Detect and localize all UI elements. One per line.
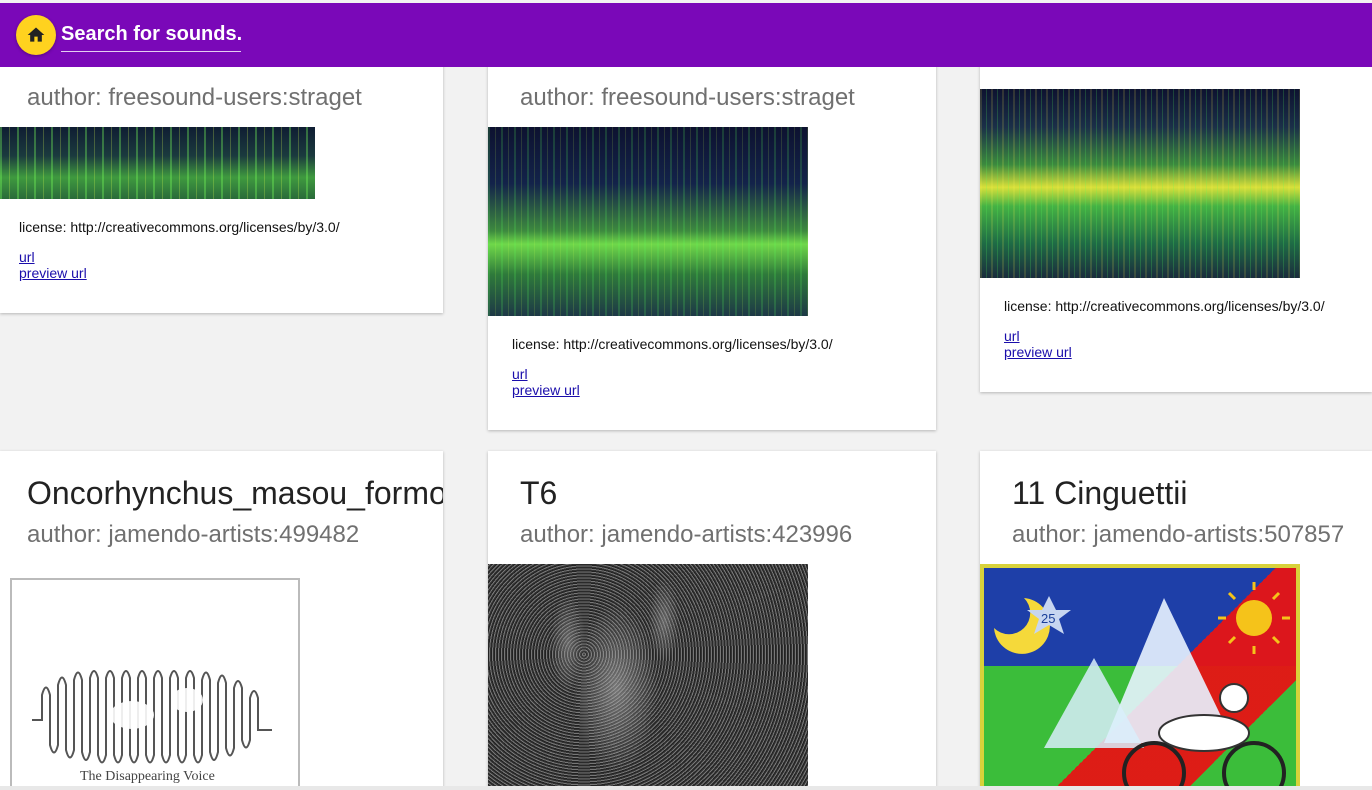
spectrogram-image — [980, 89, 1300, 278]
card-license: license: http://creativecommons.org/lice… — [1004, 298, 1325, 314]
card-author: author: freesound-users:straget — [520, 84, 855, 111]
waveform-art: The Disappearing Voice — [32, 670, 272, 784]
sound-card: 11 Cinguettii author: jamendo-artists:50… — [980, 451, 1372, 790]
url-link[interactable]: url — [512, 366, 580, 382]
album-cover-image: The Disappearing Voice — [10, 578, 300, 790]
sound-card: author: freesound-users:straget license:… — [0, 60, 443, 313]
spectrogram-image — [0, 127, 315, 199]
card-title: 11 Cinguettii — [1012, 475, 1188, 511]
card-author: author: freesound-users:straget — [27, 84, 362, 111]
home-icon — [27, 27, 45, 42]
app-header — [0, 3, 1372, 67]
sound-card: Oncorhynchus_masou_formosar author: jame… — [0, 451, 443, 790]
poster-number: 25 — [1041, 611, 1055, 626]
card-license: license: http://creativecommons.org/lice… — [19, 219, 340, 235]
preview-url-link[interactable]: preview url — [1004, 344, 1072, 360]
sound-card: author: freesound-users:straget license:… — [488, 60, 936, 430]
album-caption: The Disappearing Voice — [80, 769, 215, 784]
search-input[interactable] — [61, 17, 241, 52]
card-title: T6 — [520, 475, 558, 511]
card-title: Oncorhynchus_masou_formosar — [27, 475, 443, 511]
album-cover-image: 25 — [980, 564, 1300, 790]
card-author: author: jamendo-artists:499482 — [27, 521, 360, 548]
poster-art: 25 — [994, 582, 1290, 790]
preview-url-link[interactable]: preview url — [19, 265, 87, 281]
card-author: author: jamendo-artists:423996 — [520, 521, 853, 548]
album-cover-image — [488, 564, 808, 790]
bottom-divider — [0, 786, 1372, 790]
url-link[interactable]: url — [1004, 328, 1072, 344]
card-author: author: jamendo-artists:507857 — [1012, 521, 1345, 548]
sound-card: T6 author: jamendo-artists:423996 — [488, 451, 936, 790]
spectrogram-image — [488, 127, 808, 316]
url-link[interactable]: url — [19, 249, 87, 265]
home-button[interactable] — [16, 15, 56, 55]
sound-card: license: http://creativecommons.org/lice… — [980, 60, 1372, 392]
preview-url-link[interactable]: preview url — [512, 382, 580, 398]
card-license: license: http://creativecommons.org/lice… — [512, 336, 833, 352]
